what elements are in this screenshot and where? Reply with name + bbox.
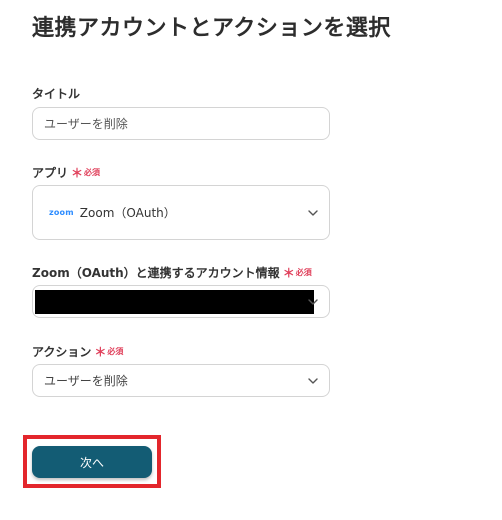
title-input[interactable]: ユーザーを削除 [32, 107, 330, 140]
title-field-label: タイトル [32, 85, 80, 102]
title-label-text: タイトル [32, 87, 81, 101]
action-label-text: アクション [32, 345, 92, 359]
chevron-down-icon [308, 209, 318, 216]
required-text: 必須 [107, 347, 124, 356]
required-text: 必須 [84, 168, 101, 177]
chevron-down-icon [308, 377, 318, 384]
title-input-value: ユーザーを削除 [44, 117, 128, 131]
chevron-down-icon [308, 298, 318, 305]
action-select-value: ユーザーを削除 [44, 374, 128, 388]
account-label-text: Zoom（OAuth）と連携するアカウント情報 [32, 266, 280, 280]
app-field-label: アプリ ＊ 必須 [32, 164, 100, 181]
required-badge: ＊ 必須 [283, 264, 312, 281]
redacted-account-value [35, 290, 314, 314]
next-button[interactable]: 次へ [32, 446, 152, 478]
required-asterisk: ＊ [94, 345, 107, 359]
action-select[interactable]: ユーザーを削除 [32, 364, 330, 397]
account-field-label: Zoom（OAuth）と連携するアカウント情報 ＊ 必須 [32, 264, 312, 281]
action-field-label: アクション ＊ 必須 [32, 343, 123, 360]
zoom-logo-icon: zoom [49, 208, 74, 217]
app-label-text: アプリ [32, 166, 69, 180]
app-select[interactable]: zoom Zoom（OAuth） [32, 185, 330, 240]
page: 連携アカウントとアクションを選択 タイトル ユーザーを削除 アプリ ＊ 必須 z… [0, 0, 502, 520]
required-badge: ＊ 必須 [94, 343, 123, 360]
required-badge: ＊ 必須 [71, 164, 100, 181]
required-text: 必須 [295, 268, 312, 277]
required-asterisk: ＊ [282, 266, 295, 280]
required-asterisk: ＊ [71, 166, 84, 180]
app-select-value: Zoom（OAuth） [79, 206, 176, 220]
page-title: 連携アカウントとアクションを選択 [32, 16, 391, 41]
account-select[interactable] [32, 285, 330, 318]
